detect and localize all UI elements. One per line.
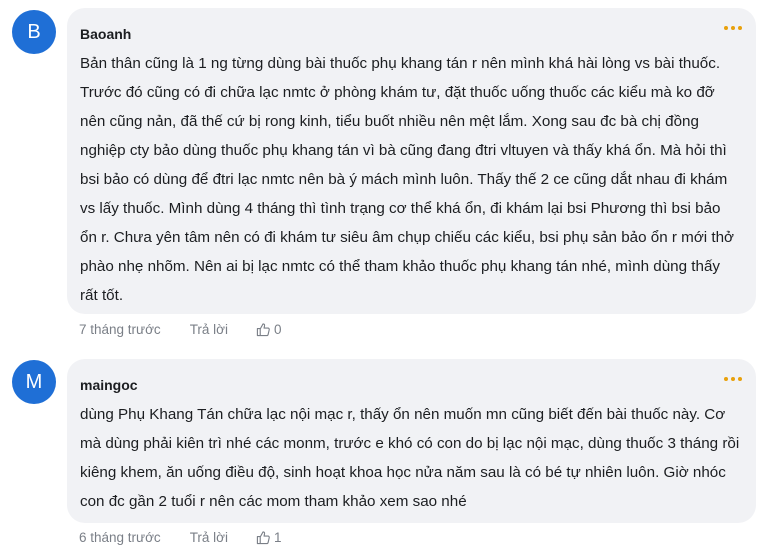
comment-thread: B Baoanh Bản thân cũng là 1 ng từng dùng…: [0, 0, 768, 556]
comment-bubble: maingoc dùng Phụ Khang Tán chữa lạc nội …: [67, 359, 756, 523]
comment-author[interactable]: maingoc: [80, 376, 740, 394]
comment-bubble: Baoanh Bản thân cũng là 1 ng từng dùng b…: [67, 8, 756, 314]
avatar[interactable]: B: [12, 10, 56, 54]
thumbs-up-icon: [256, 531, 270, 545]
comment-timestamp: 7 tháng trước: [79, 322, 161, 337]
comment-actions: 6 tháng trước Trả lời 1: [79, 530, 282, 545]
like-count: 0: [274, 322, 282, 337]
like-button[interactable]: 1: [256, 530, 282, 545]
avatar-letter: B: [27, 20, 41, 43]
comment-timestamp: 6 tháng trước: [79, 530, 161, 545]
comment-author[interactable]: Baoanh: [80, 25, 740, 43]
reply-button[interactable]: Trả lời: [190, 530, 228, 545]
avatar[interactable]: M: [12, 360, 56, 404]
avatar-letter: M: [25, 370, 43, 393]
comment-text: dùng Phụ Khang Tán chữa lạc nội mạc r, t…: [80, 406, 740, 510]
comment-text: Bản thân cũng là 1 ng từng dùng bài thuố…: [80, 55, 734, 304]
reply-button[interactable]: Trả lời: [190, 322, 228, 337]
more-options-icon[interactable]: [724, 375, 742, 383]
like-button[interactable]: 0: [256, 322, 282, 337]
comment-actions: 7 tháng trước Trả lời 0: [79, 322, 282, 337]
like-count: 1: [274, 530, 282, 545]
more-options-icon[interactable]: [724, 24, 742, 32]
thumbs-up-icon: [256, 323, 270, 337]
